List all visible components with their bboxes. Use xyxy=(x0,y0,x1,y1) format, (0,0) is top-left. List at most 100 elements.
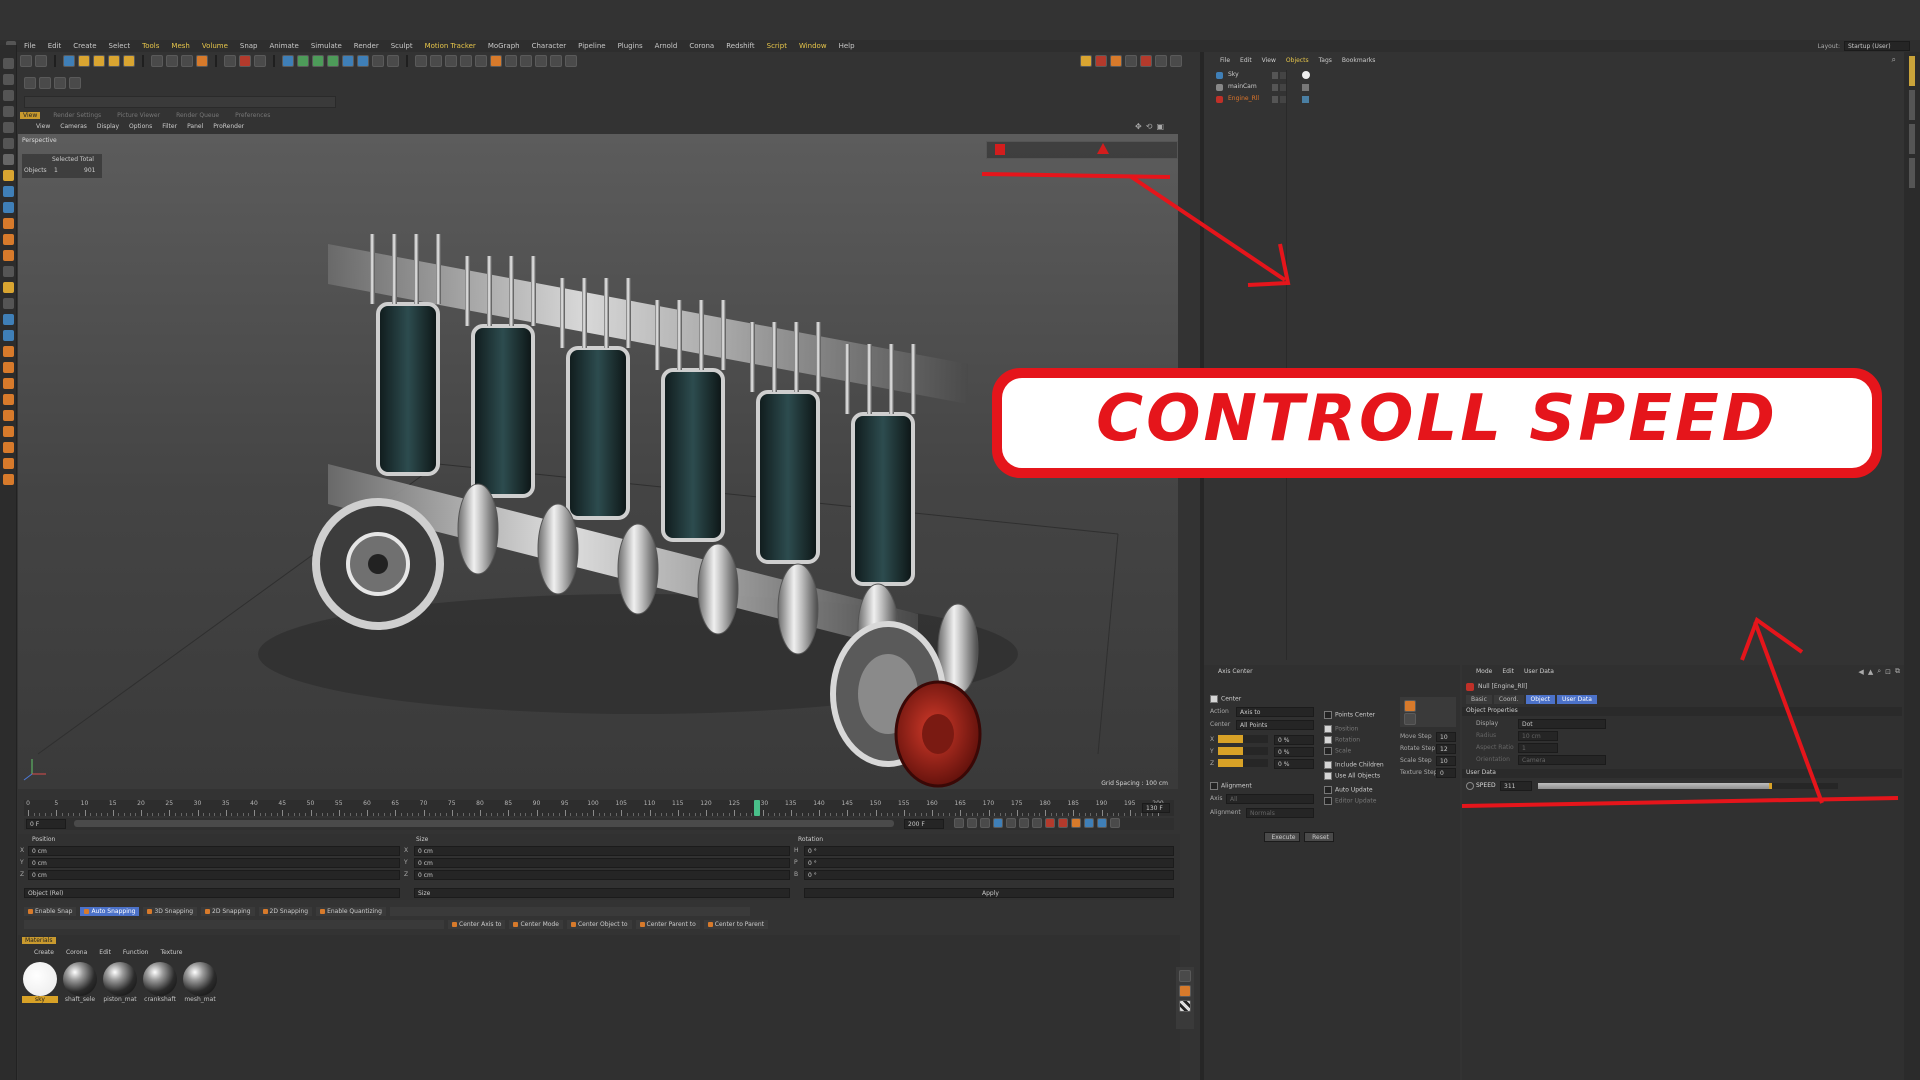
viewport-menu-options[interactable]: Options xyxy=(129,123,152,130)
floor-icon[interactable] xyxy=(357,55,369,67)
new-panel-icon[interactable]: ⧉ xyxy=(1895,667,1900,676)
y-axis-lock-icon[interactable] xyxy=(166,55,178,67)
materials-menu-edit[interactable]: Edit xyxy=(99,949,111,956)
radius-field[interactable]: 10 cm xyxy=(1518,731,1558,741)
panel-tab-preferences[interactable]: Preferences xyxy=(232,112,273,119)
move-step-field[interactable]: 10 xyxy=(1436,732,1456,742)
left-tool-8-icon[interactable] xyxy=(2,170,14,181)
menu-script[interactable]: Script xyxy=(767,42,787,50)
reset-button[interactable]: Reset xyxy=(1304,832,1334,842)
grid-tool-1-icon[interactable] xyxy=(505,55,517,67)
tag-icon[interactable] xyxy=(1302,71,1310,79)
center-select[interactable]: All Points xyxy=(1236,720,1314,730)
redshift-ipr-icon[interactable] xyxy=(1080,55,1092,67)
current-frame-field[interactable]: 130 F xyxy=(1142,803,1170,813)
left-tool-20-icon[interactable] xyxy=(2,362,14,373)
size-z-field[interactable]: 0 cm xyxy=(414,870,790,880)
viewport-menu-prorender[interactable]: ProRender xyxy=(213,123,244,130)
start-frame-field[interactable]: 0 F xyxy=(26,819,66,829)
position-y-field[interactable]: 0 cm xyxy=(28,858,400,868)
undo-icon[interactable] xyxy=(20,55,32,67)
center-center-mode[interactable]: Center Mode xyxy=(509,920,563,929)
lock-icon[interactable]: ⊡ xyxy=(1885,668,1891,676)
viewport-menu-cameras[interactable]: Cameras xyxy=(60,123,87,130)
speed-animate-icon[interactable] xyxy=(1466,782,1474,790)
points-center-checkbox[interactable] xyxy=(1324,711,1332,719)
go-end-icon[interactable] xyxy=(1032,818,1042,828)
menu-snap[interactable]: Snap xyxy=(240,42,258,50)
object-row[interactable]: Engine_Rll xyxy=(1208,94,1898,106)
snap-2d-snapping-4[interactable]: 2D Snapping xyxy=(258,907,313,916)
editor-update-checkbox[interactable] xyxy=(1324,797,1332,805)
scale-step-field[interactable]: 10 xyxy=(1436,756,1456,766)
redshift-settings-icon[interactable] xyxy=(1155,55,1167,67)
menu-redshift[interactable]: Redshift xyxy=(726,42,754,50)
next-frame-icon[interactable] xyxy=(1019,818,1029,828)
material-swatch[interactable] xyxy=(103,962,137,996)
menu-corona[interactable]: Corona xyxy=(689,42,714,50)
menu-plugins[interactable]: Plugins xyxy=(618,42,643,50)
snap-tool-1-icon[interactable] xyxy=(415,55,427,67)
redshift-snap-icon[interactable] xyxy=(1125,55,1137,67)
redshift-render-icon[interactable] xyxy=(1095,55,1107,67)
z-axis-lock-icon[interactable] xyxy=(181,55,193,67)
subdivision-icon[interactable] xyxy=(312,55,324,67)
object-row[interactable]: mainCam xyxy=(1208,82,1898,94)
axis-x-slider[interactable] xyxy=(1218,735,1268,743)
left-tool-6-icon[interactable] xyxy=(2,138,14,149)
snap-tool-4-icon[interactable] xyxy=(460,55,472,67)
rotation-p-field[interactable]: 0 ° xyxy=(804,858,1174,868)
center-checkbox[interactable] xyxy=(1210,695,1218,703)
coord-mode-select[interactable]: Object (Rel) xyxy=(24,888,400,898)
grid-tool-4-icon[interactable] xyxy=(550,55,562,67)
display-select[interactable]: Dot xyxy=(1518,719,1606,729)
left-tool-1-icon[interactable] xyxy=(2,58,14,69)
left-tool-10-icon[interactable] xyxy=(2,202,14,213)
coord-size-select[interactable]: Size xyxy=(414,888,790,898)
left-tool-7-icon[interactable] xyxy=(2,154,14,165)
snap-tool-5-icon[interactable] xyxy=(475,55,487,67)
menu-select[interactable]: Select xyxy=(109,42,131,50)
materials-menu-create[interactable]: Create xyxy=(34,949,54,956)
action-select[interactable]: Axis to xyxy=(1236,707,1314,717)
cube-icon[interactable] xyxy=(282,55,294,67)
left-tool-9-icon[interactable] xyxy=(2,186,14,197)
attribute-tab-user-data[interactable]: User Data xyxy=(1557,695,1597,704)
include-children-checkbox[interactable] xyxy=(1324,761,1332,769)
play-icon[interactable] xyxy=(1006,818,1016,828)
render-settings-icon[interactable] xyxy=(254,55,266,67)
viewport-menu-panel[interactable]: Panel xyxy=(187,123,203,130)
end-frame-field[interactable]: 200 F xyxy=(904,819,944,829)
camera-icon[interactable] xyxy=(372,55,384,67)
menu-help[interactable]: Help xyxy=(839,42,855,50)
left-tool-14-icon[interactable] xyxy=(2,266,14,277)
left-tool-2-icon[interactable] xyxy=(2,74,14,85)
prev-frame-icon[interactable] xyxy=(967,818,977,828)
edit-mode-2-icon[interactable] xyxy=(39,77,51,89)
attribute-menu-mode[interactable]: Mode xyxy=(1476,668,1492,675)
menu-render[interactable]: Render xyxy=(354,42,379,50)
viewport-menu-display[interactable]: Display xyxy=(97,123,119,130)
move-camera-icon[interactable]: ✥ xyxy=(1135,122,1142,131)
transform-tool-icon[interactable] xyxy=(123,55,135,67)
panel-tab-view[interactable]: View xyxy=(20,112,41,119)
material-item[interactable]: shaft_sele xyxy=(62,962,98,1003)
menu-mesh[interactable]: Mesh xyxy=(171,42,189,50)
menu-motion-tracker[interactable]: Motion Tracker xyxy=(425,42,476,50)
pause-icon[interactable] xyxy=(993,818,1003,828)
rotate-step-field[interactable]: 12 xyxy=(1436,744,1456,754)
expresso-tag-icon[interactable] xyxy=(1302,96,1309,103)
object-row[interactable]: Sky xyxy=(1208,70,1898,82)
objects-menu-bookmarks[interactable]: Bookmarks xyxy=(1342,57,1376,64)
snap-2d-snapping-3[interactable]: 2D Snapping xyxy=(201,907,255,916)
menu-file[interactable]: File xyxy=(24,42,36,50)
axis-y-field[interactable]: 0 % xyxy=(1274,747,1314,757)
objects-menu-file[interactable]: File xyxy=(1220,57,1230,64)
left-tool-17-icon[interactable] xyxy=(2,314,14,325)
axis-z-slider[interactable] xyxy=(1218,759,1268,767)
axis-select[interactable]: All xyxy=(1226,794,1314,804)
left-tool-27-icon[interactable] xyxy=(2,474,14,485)
scale-tool-icon[interactable] xyxy=(93,55,105,67)
menu-volume[interactable]: Volume xyxy=(202,42,228,50)
axis-y-slider[interactable] xyxy=(1218,747,1268,755)
